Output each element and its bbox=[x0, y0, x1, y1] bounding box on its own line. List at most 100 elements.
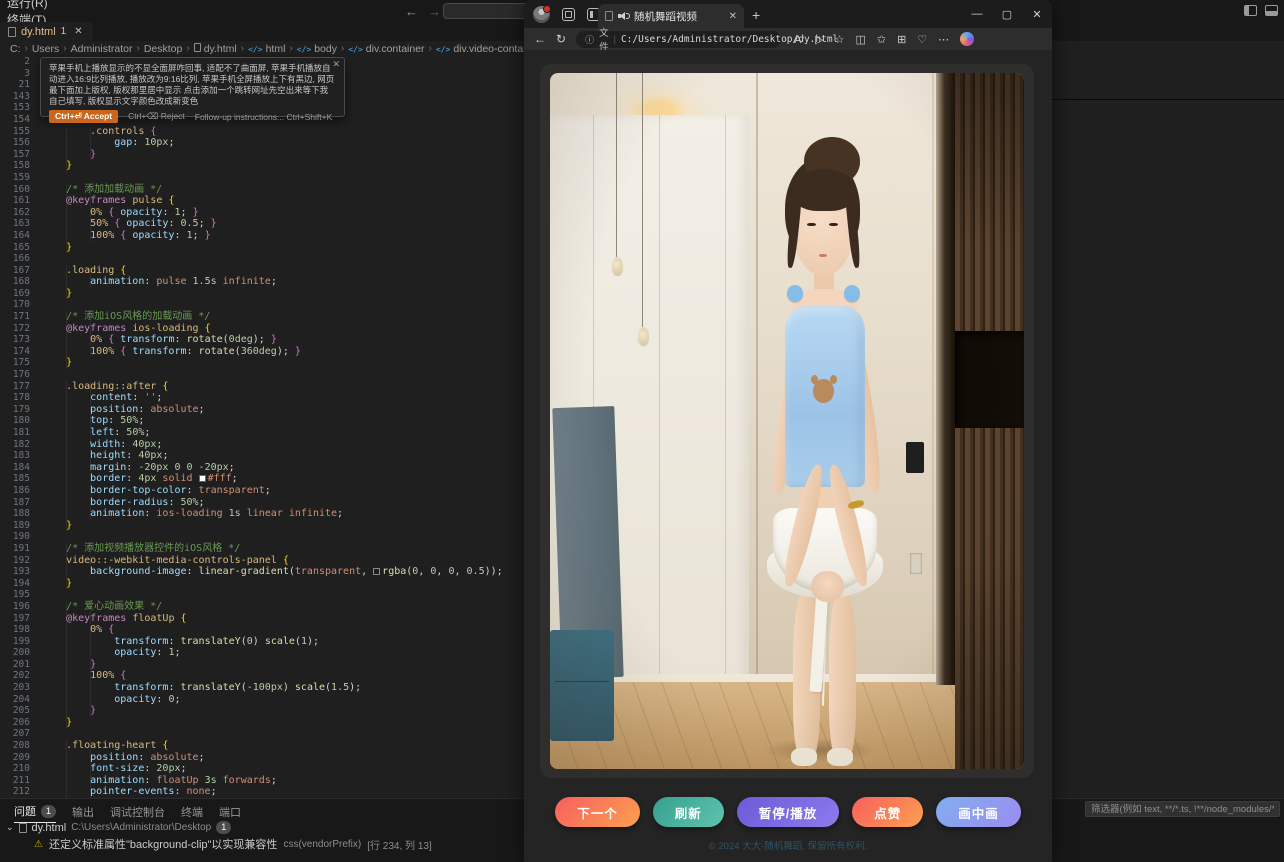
tab-close-icon[interactable]: ✕ bbox=[729, 11, 737, 22]
breadcrumb-item-dy-html[interactable]: dy.html bbox=[194, 43, 237, 55]
browser-tab-active[interactable]: 随机舞蹈视频 ✕ bbox=[598, 4, 744, 28]
warning-row[interactable]: ⚠ 还定义标准属性"background-clip"以实现兼容性 css(ven… bbox=[34, 836, 432, 852]
edge-browser-window: 随机舞蹈视频 ✕ + — ▢ ✕ ← ↻ ⓘ 文件 | C:/Users/Adm… bbox=[524, 0, 1052, 862]
line-number: 176 bbox=[0, 369, 30, 381]
code-line-203: 203 transform: translateY(-100px) scale(… bbox=[0, 682, 524, 694]
line-number: 191 bbox=[0, 543, 30, 555]
breadcrumb-item-Users[interactable]: Users bbox=[32, 43, 59, 55]
breadcrumb-separator: › bbox=[136, 43, 139, 54]
refresh-icon[interactable]: ↻ bbox=[556, 32, 566, 46]
problems-file-row[interactable]: ⌄ dy.html C:\Users\Administrator\Desktop… bbox=[6, 821, 231, 834]
code-line-161: 161 @keyframes pulse { bbox=[0, 195, 524, 207]
video-frame[interactable] bbox=[550, 73, 1024, 769]
code-line-163: 163 50% { opacity: 0.5; } bbox=[0, 218, 524, 230]
page-info-icon[interactable]: ⓘ bbox=[585, 33, 594, 46]
code-line-187: 187 border-radius: 50%; bbox=[0, 497, 524, 509]
button-画中画[interactable]: 画中画 bbox=[936, 797, 1021, 827]
code-line-181: 181 left: 50%; bbox=[0, 427, 524, 439]
breadcrumb-separator: › bbox=[25, 43, 28, 54]
history-forward-icon[interactable]: → bbox=[428, 4, 441, 19]
more-options-icon[interactable]: ⋯ bbox=[938, 33, 949, 46]
menu-R[interactable]: 运行(R) bbox=[0, 0, 55, 11]
line-number: 179 bbox=[0, 404, 30, 416]
breadcrumb-item-Administrator[interactable]: Administrator bbox=[71, 43, 133, 55]
breadcrumb-item-Desktop[interactable]: Desktop bbox=[144, 43, 183, 55]
minimize-button[interactable]: — bbox=[962, 0, 992, 28]
audio-playing-icon[interactable] bbox=[618, 11, 629, 21]
code-line-171: 171 /* 添加iOS风格的加载动画 */ bbox=[0, 311, 524, 323]
workspaces-icon[interactable] bbox=[562, 8, 575, 21]
breadcrumb-item-C-[interactable]: C: bbox=[10, 43, 21, 55]
line-number: 201 bbox=[0, 659, 30, 671]
button-刷新[interactable]: 刷新 bbox=[653, 797, 724, 827]
code-editor[interactable]: 2321143153154155 .controls {156 gap: 10p… bbox=[0, 56, 524, 798]
history-back-icon[interactable]: ← bbox=[405, 4, 418, 19]
code-line-168: 168 animation: pulse 1.5s infinite; bbox=[0, 276, 524, 288]
problems-file-path: C:\Users\Administrator\Desktop bbox=[71, 822, 211, 833]
code-line-189: 189 } bbox=[0, 520, 524, 532]
address-bar[interactable]: ⓘ 文件 | C:/Users/Administrator/Desktop/dy… bbox=[576, 31, 781, 48]
button-下一个[interactable]: 下一个 bbox=[555, 797, 640, 827]
new-tab-button[interactable]: + bbox=[752, 7, 760, 23]
tooltip-text: 苹果手机上播放显示的不显全面屏咋回事, 适配不了曲面屏, 苹果手机播放自动进入1… bbox=[49, 63, 336, 107]
breadcrumb-separator: › bbox=[186, 43, 189, 54]
line-number: 212 bbox=[0, 786, 30, 798]
followup-instructions[interactable]: Follow-up instructions... Ctrl+Shift+K bbox=[195, 112, 332, 122]
warning-location: [行 234, 列 13] bbox=[367, 837, 431, 852]
close-button[interactable]: ✕ bbox=[1022, 0, 1052, 28]
video-autoplay-icon[interactable]: ▷ bbox=[815, 33, 823, 46]
panel-tab-端口[interactable]: 端口 bbox=[219, 804, 241, 823]
button-点赞[interactable]: 点赞 bbox=[852, 797, 923, 827]
button-暂停/播放[interactable]: 暂停/播放 bbox=[737, 797, 839, 827]
profile-avatar[interactable] bbox=[533, 6, 550, 23]
line-number: 162 bbox=[0, 207, 30, 219]
panel-tab-输出[interactable]: 输出 bbox=[72, 804, 94, 823]
maximize-button[interactable]: ▢ bbox=[992, 0, 1022, 28]
code-line-194: 194 } bbox=[0, 578, 524, 590]
line-number: 168 bbox=[0, 276, 30, 288]
favorites-list-icon[interactable]: ✩ bbox=[877, 33, 886, 46]
browser-essentials-icon[interactable]: ♡ bbox=[917, 33, 927, 46]
line-number: 173 bbox=[0, 334, 30, 346]
reject-button[interactable]: Ctrl+⌫ Reject bbox=[128, 111, 185, 122]
close-icon[interactable]: ✕ bbox=[332, 59, 340, 70]
toggle-panel-icon[interactable] bbox=[1265, 5, 1278, 16]
split-screen-icon[interactable]: ◫ bbox=[855, 33, 865, 46]
html-element-icon: </> bbox=[297, 45, 311, 54]
breadcrumb-item-html[interactable]: </>html bbox=[248, 43, 285, 55]
code-line-193: 193 background-image: linear-gradient(tr… bbox=[0, 566, 524, 578]
breadcrumb-separator: › bbox=[429, 43, 432, 54]
copilot-icon[interactable] bbox=[960, 32, 974, 46]
code-line-202: 202 100% { bbox=[0, 670, 524, 682]
code-line-165: 165 } bbox=[0, 242, 524, 254]
read-aloud-icon[interactable]: A⁾ bbox=[794, 33, 804, 46]
breadcrumb-separator: › bbox=[63, 43, 66, 54]
breadcrumb-separator: › bbox=[289, 43, 292, 54]
collections-icon[interactable]: ⊞ bbox=[897, 33, 906, 46]
breadcrumb-separator: › bbox=[241, 43, 244, 54]
code-line-175: 175 } bbox=[0, 357, 524, 369]
code-line-185: 185 border: 4px solid #fff; bbox=[0, 473, 524, 485]
breadcrumb-item-body[interactable]: </>body bbox=[297, 43, 337, 55]
accept-button[interactable]: Ctrl+⏎ Accept bbox=[49, 110, 118, 123]
panel-tab-问题[interactable]: 问题1 bbox=[14, 803, 56, 823]
toggle-sidebar-icon[interactable] bbox=[1244, 5, 1257, 16]
code-line-195: 195 bbox=[0, 589, 524, 601]
divider: | bbox=[614, 34, 616, 44]
code-line-186: 186 border-top-color: transparent; bbox=[0, 485, 524, 497]
line-number: 202 bbox=[0, 670, 30, 682]
code-line-204: 204 opacity: 0; bbox=[0, 694, 524, 706]
code-line-206: 206 } bbox=[0, 717, 524, 729]
line-number: 209 bbox=[0, 752, 30, 764]
panel-tab-调试控制台[interactable]: 调试控制台 bbox=[110, 804, 165, 823]
problems-count-badge: 1 bbox=[216, 821, 231, 834]
back-icon[interactable]: ← bbox=[534, 32, 546, 46]
tab-close-icon[interactable]: ✕ bbox=[74, 26, 82, 37]
problems-filter-input[interactable] bbox=[1085, 801, 1280, 817]
line-number: 204 bbox=[0, 694, 30, 706]
favorites-star-icon[interactable]: ☆ bbox=[835, 33, 845, 46]
panel-tab-终端[interactable]: 终端 bbox=[181, 804, 203, 823]
tab-dy-html[interactable]: dy.html 1 ✕ bbox=[0, 22, 92, 41]
breadcrumb-item-div-container[interactable]: </>div.container bbox=[348, 43, 424, 55]
inline-chat-tooltip: ✕ 苹果手机上播放显示的不显全面屏咋回事, 适配不了曲面屏, 苹果手机播放自动进… bbox=[40, 57, 345, 117]
